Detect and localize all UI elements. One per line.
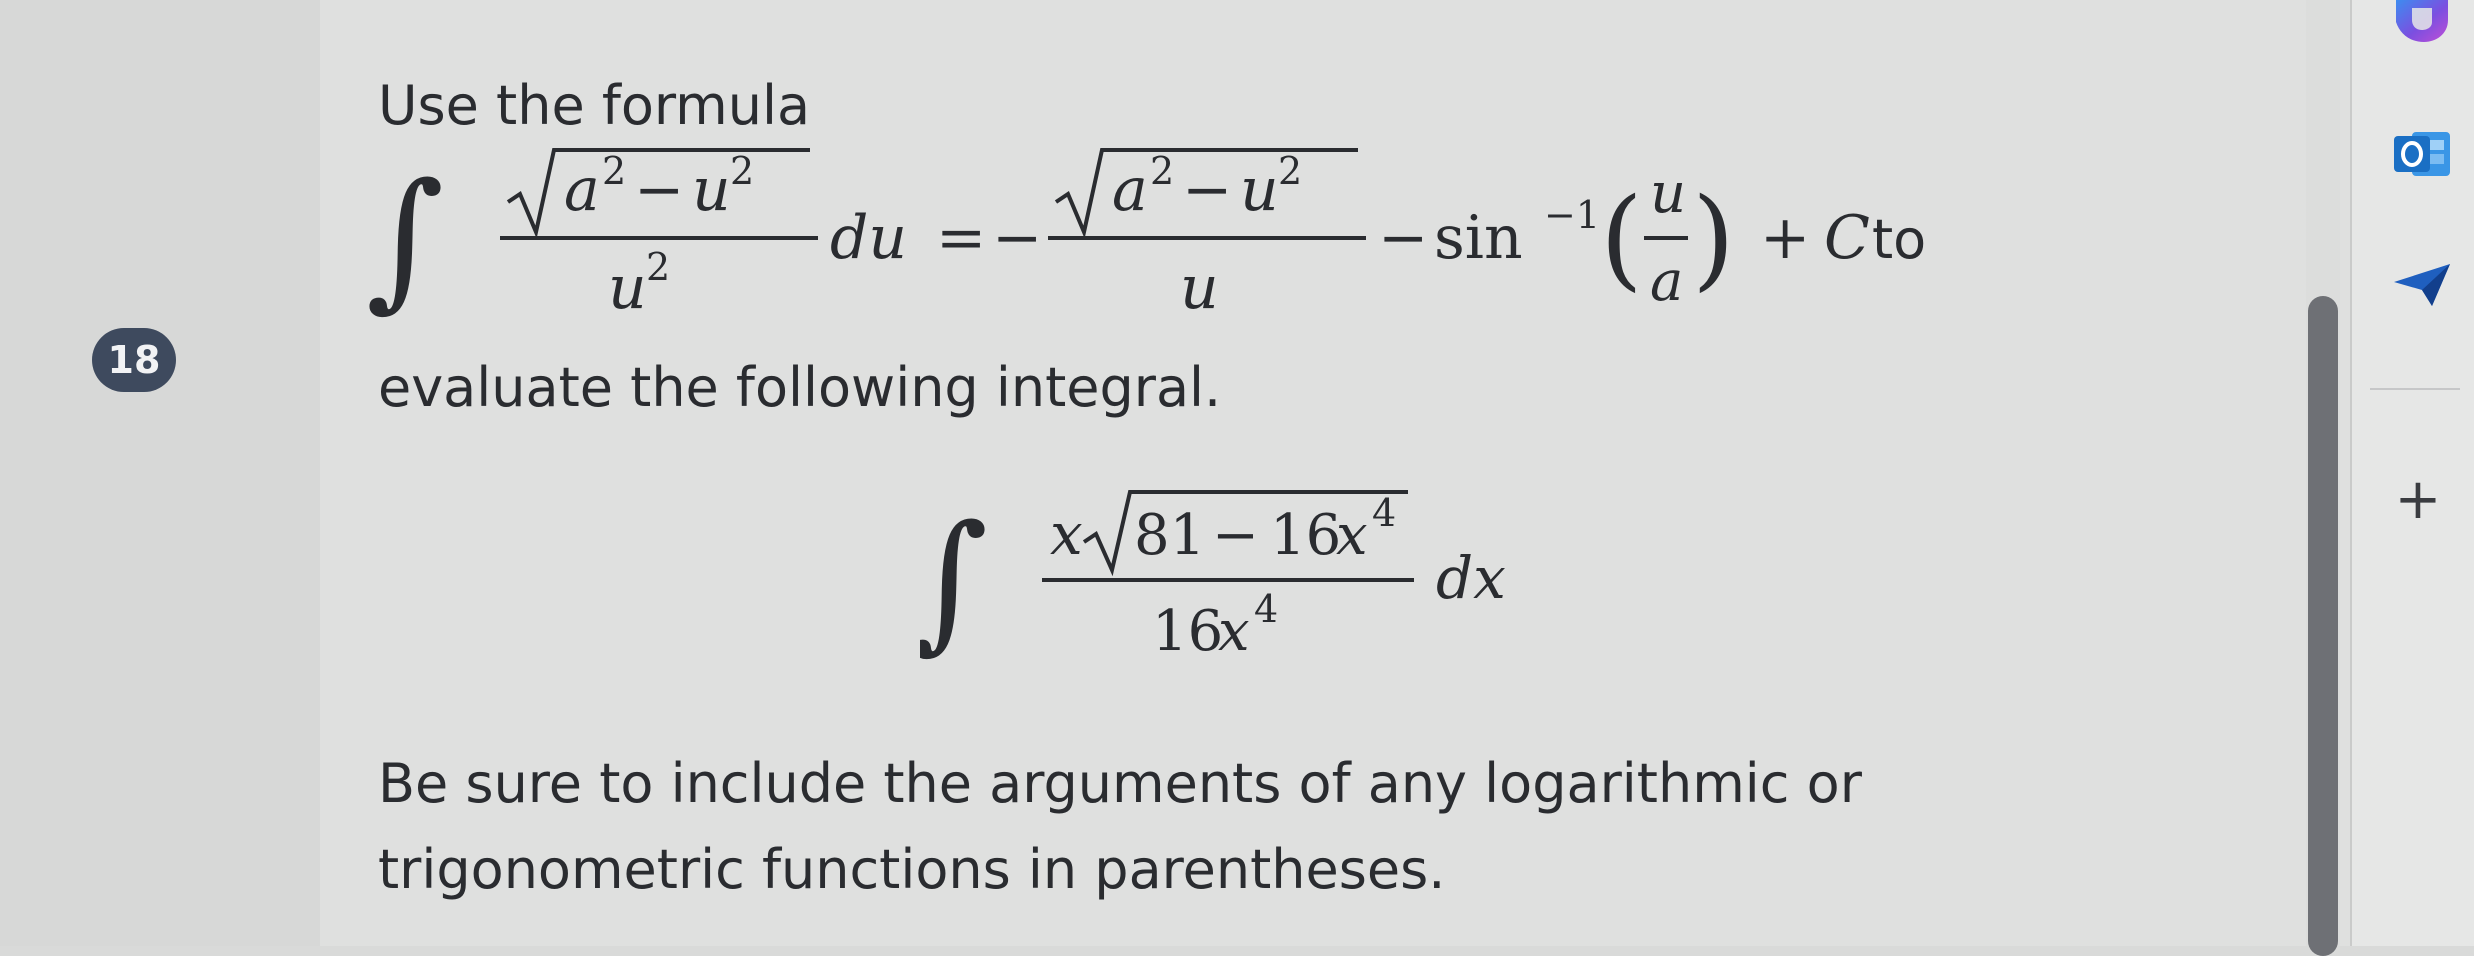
- integral-sign: ∫: [368, 152, 444, 326]
- svg-text:x: x: [1218, 599, 1250, 664]
- target-integral: ∫ x 81 − 16 x 4 16 x 4 dx: [920, 470, 1680, 680]
- svg-text:u: u: [1180, 253, 1219, 323]
- svg-text:−: −: [634, 155, 684, 225]
- svg-text:x: x: [1336, 503, 1368, 568]
- integral-sign: ∫: [920, 494, 988, 668]
- formula-svg: ∫ a 2 − u 2 u 2 du = − a 2 − u 2 u − sin…: [368, 148, 1926, 326]
- svg-text:−: −: [1212, 503, 1259, 568]
- instruction-text: evaluate the following integral.: [378, 356, 1222, 419]
- intro-text: Use the formula: [378, 74, 811, 137]
- svg-text:−: −: [992, 203, 1042, 273]
- svg-text:): ): [1692, 174, 1735, 302]
- formula-trailing-text: to: [1872, 208, 1926, 271]
- svg-text:+: +: [1760, 203, 1810, 273]
- svg-text:u: u: [1650, 161, 1686, 226]
- fraction-bar: [1042, 578, 1414, 582]
- svg-text:(: (: [1600, 174, 1643, 302]
- svg-text:2: 2: [602, 149, 626, 193]
- svg-text:4: 4: [1254, 587, 1278, 631]
- svg-text:2: 2: [1150, 149, 1174, 193]
- add-button[interactable]: +: [2388, 470, 2448, 530]
- note-line-1: Be sure to include the arguments of any …: [378, 752, 1862, 815]
- svg-text:u: u: [1240, 155, 1279, 225]
- question-number-badge: 18: [92, 328, 176, 392]
- question-panel: Use the formula ∫ a 2 − u 2 u 2 du = − a…: [320, 0, 2352, 946]
- svg-text:a: a: [1112, 155, 1148, 225]
- rail-divider: [2370, 388, 2460, 390]
- left-margin: [0, 0, 320, 946]
- svg-text:−1: −1: [1544, 193, 1600, 237]
- screen: 18 Use the formula ∫ a 2 − u 2 u 2 du = …: [0, 0, 2474, 956]
- svg-text:2: 2: [646, 245, 670, 289]
- svg-text:16: 16: [1152, 599, 1223, 664]
- svg-text:a: a: [564, 155, 600, 225]
- svg-text:a: a: [1650, 249, 1683, 314]
- svg-text:−: −: [1378, 203, 1428, 273]
- svg-text:sin: sin: [1434, 203, 1523, 273]
- svg-text:81: 81: [1134, 503, 1205, 568]
- send-icon[interactable]: [2392, 262, 2452, 316]
- svg-text:16: 16: [1270, 503, 1341, 568]
- svg-text:2: 2: [1278, 149, 1302, 193]
- svg-text:C: C: [1824, 203, 1870, 273]
- fraction-bar: [500, 236, 818, 240]
- svg-text:4: 4: [1372, 491, 1396, 535]
- differential: dx: [1436, 544, 1506, 612]
- copilot-icon[interactable]: [2392, 0, 2452, 48]
- svg-text:u: u: [608, 253, 647, 323]
- formula-display: ∫ a 2 − u 2 u 2 du = − a 2 − u 2 u − sin…: [368, 140, 1968, 340]
- svg-text:2: 2: [730, 149, 754, 193]
- svg-text:du: du: [830, 203, 907, 273]
- note-line-2: trigonometric functions in parentheses.: [378, 838, 1446, 901]
- svg-text:x: x: [1050, 500, 1083, 568]
- svg-text:−: −: [1182, 155, 1232, 225]
- svg-text:=: =: [936, 203, 986, 273]
- target-integral-svg: ∫ x 81 − 16 x 4 16 x 4 dx: [920, 490, 1506, 668]
- scrollbar-thumb[interactable]: [2308, 296, 2338, 956]
- svg-text:u: u: [692, 155, 731, 225]
- outlook-icon[interactable]: [2392, 126, 2452, 186]
